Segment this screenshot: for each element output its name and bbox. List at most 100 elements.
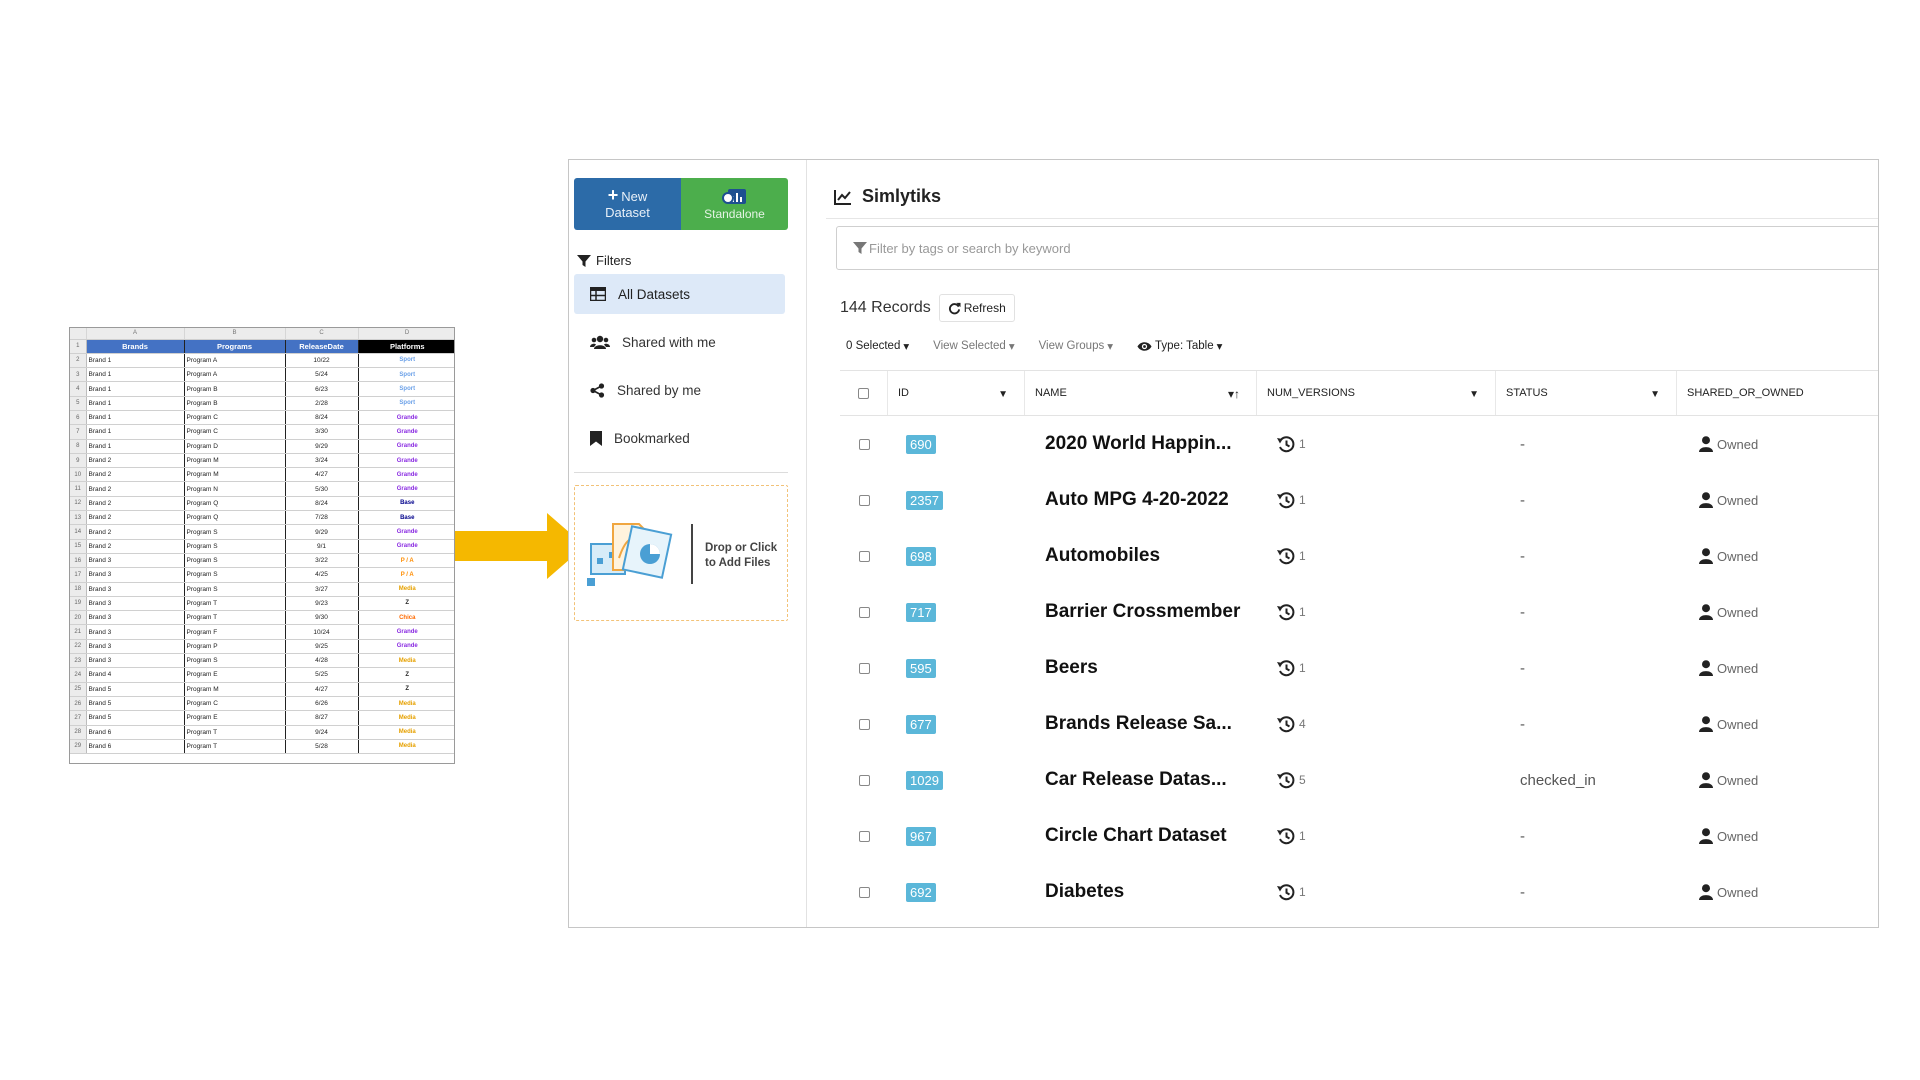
versions-cell: 1 — [1257, 883, 1496, 901]
version-history[interactable]: 5 — [1277, 771, 1306, 789]
dataset-name-link[interactable]: 2020 World Happin... — [1045, 433, 1232, 455]
id-badge[interactable]: 595 — [906, 658, 936, 678]
row-checkbox[interactable] — [858, 662, 870, 674]
id-cell: 967 — [888, 826, 1025, 846]
table-row[interactable]: 2357 Auto MPG 4-20-2022 1 - Owned — [840, 472, 1878, 528]
column-header-status[interactable]: STATUS ▼ — [1496, 371, 1677, 415]
name-cell: Circle Chart Dataset — [1025, 825, 1257, 847]
table-row[interactable]: 692 Diabetes 1 - Owned — [840, 864, 1878, 920]
row-checkbox[interactable] — [858, 438, 870, 450]
dataset-name-link[interactable]: Barrier Crossmember — [1045, 601, 1240, 623]
version-history[interactable]: 1 — [1277, 827, 1306, 845]
users-icon — [590, 335, 610, 349]
row-number: 25 — [70, 682, 87, 697]
id-badge[interactable]: 692 — [906, 882, 936, 902]
versions-cell: 1 — [1257, 659, 1496, 677]
sheet-cell-brand: Brand 3 — [85, 653, 184, 669]
sheet-cell-program: Program S — [183, 582, 285, 597]
dataset-name-link[interactable]: Circle Chart Dataset — [1045, 825, 1227, 847]
sheet-cell-program: Program S — [183, 653, 285, 669]
selected-dropdown[interactable]: 0 Selected ▾ — [846, 339, 909, 353]
standalone-button[interactable]: Standalone — [681, 178, 788, 230]
sort-ascending-icon[interactable]: ▾↑ — [1228, 387, 1240, 401]
id-cell: 690 — [888, 434, 1025, 454]
table-row[interactable]: 1029 Car Release Datas... 5 checked_in O… — [840, 752, 1878, 808]
id-badge[interactable]: 690 — [906, 434, 936, 454]
sheet-cell-brand: Brand 1 — [85, 424, 184, 440]
version-history[interactable]: 4 — [1277, 715, 1306, 733]
caret-down-icon[interactable]: ▼ — [998, 389, 1008, 400]
new-dataset-button[interactable]: + New Dataset — [574, 178, 681, 230]
row-checkbox[interactable] — [858, 774, 870, 786]
id-badge[interactable]: 677 — [906, 714, 936, 734]
table-row[interactable]: 698 Automobiles 1 - Owned — [840, 528, 1878, 584]
row-checkbox[interactable] — [858, 886, 870, 898]
version-history[interactable]: 1 — [1277, 435, 1306, 453]
sheet-cell-program: Program S — [183, 524, 285, 540]
view-selected-dropdown[interactable]: View Selected ▾ — [933, 339, 1014, 353]
id-badge[interactable]: 698 — [906, 546, 936, 566]
dataset-name-link[interactable]: Brands Release Sa... — [1045, 713, 1232, 735]
id-badge[interactable]: 2357 — [906, 490, 943, 510]
table-row[interactable]: 677 Brands Release Sa... 4 - Owned — [840, 696, 1878, 752]
sheet-cell-platform: P / A — [357, 553, 454, 569]
sheet-cell-brand: Brand 3 — [85, 639, 184, 655]
dataset-name-link[interactable]: Diabetes — [1045, 881, 1124, 903]
nav-all-datasets[interactable]: All Datasets — [574, 274, 785, 314]
row-checkbox[interactable] — [858, 550, 870, 562]
refresh-button[interactable]: Refresh — [938, 294, 1015, 322]
dataset-name-link[interactable]: Automobiles — [1045, 545, 1160, 567]
column-header-name[interactable]: NAME ▾↑ — [1025, 371, 1257, 415]
nav-shared-with-me[interactable]: Shared with me — [574, 322, 785, 362]
table-row[interactable]: 690 2020 World Happin... 1 - Owned — [840, 416, 1878, 472]
table-row[interactable]: 717 Barrier Crossmember 1 - Owned — [840, 584, 1878, 640]
ownership: Owned — [1699, 772, 1758, 788]
sheet-row: 20 Brand 3 Program T 9/30 Chica — [70, 610, 454, 626]
version-history[interactable]: 1 — [1277, 603, 1306, 621]
row-checkbox[interactable] — [858, 606, 870, 618]
version-count: 1 — [1299, 829, 1306, 843]
sheet-row: 17 Brand 3 Program S 4/25 P / A — [70, 567, 454, 583]
nav-shared-by-me[interactable]: Shared by me — [574, 370, 785, 410]
search-input[interactable]: Filter by tags or search by keyword — [836, 226, 1878, 270]
user-icon — [1699, 492, 1713, 508]
select-all-checkbox[interactable] — [858, 387, 869, 399]
shared-cell: Owned — [1677, 828, 1847, 844]
sheet-cell-program: Program E — [183, 710, 285, 726]
dataset-name-link[interactable]: Car Release Datas... — [1045, 769, 1227, 791]
file-dropzone[interactable]: Drop or Click to Add Files — [574, 485, 788, 621]
version-history[interactable]: 1 — [1277, 491, 1306, 509]
version-history[interactable]: 1 — [1277, 547, 1306, 565]
version-history[interactable]: 1 — [1277, 659, 1306, 677]
table-row[interactable]: 595 Beers 1 - Owned — [840, 640, 1878, 696]
nav-bookmarked[interactable]: Bookmarked — [574, 418, 785, 458]
sheet-cell-platform: Base — [357, 510, 454, 526]
ownership-label: Owned — [1717, 828, 1759, 844]
type-dropdown[interactable]: Type: Table ▾ — [1137, 339, 1222, 353]
ownership: Owned — [1699, 716, 1758, 732]
sheet-cell-date: 4/27 — [284, 467, 358, 483]
table-row[interactable]: 967 Circle Chart Dataset 1 - Owned — [840, 808, 1878, 864]
caret-down-icon[interactable]: ▼ — [1469, 389, 1479, 400]
dataset-name-link[interactable]: Auto MPG 4-20-2022 — [1045, 489, 1229, 511]
sheet-cell-date: 5/24 — [284, 367, 358, 383]
id-badge[interactable]: 1029 — [906, 770, 943, 790]
column-header-id[interactable]: ID ▼ — [888, 371, 1025, 415]
sheet-cell-platform: Grande — [357, 453, 454, 469]
view-groups-dropdown[interactable]: View Groups ▾ — [1039, 339, 1113, 353]
row-checkbox[interactable] — [858, 830, 870, 842]
row-checkbox[interactable] — [858, 494, 870, 506]
column-header-num-versions[interactable]: NUM_VERSIONS ▼ — [1257, 371, 1496, 415]
row-checkbox[interactable] — [858, 718, 870, 730]
version-count: 4 — [1299, 717, 1306, 731]
caret-down-icon[interactable]: ▼ — [1650, 389, 1660, 400]
id-badge[interactable]: 717 — [906, 602, 936, 622]
sheet-cell-date: 7/28 — [284, 510, 358, 526]
id-badge[interactable]: 967 — [906, 826, 936, 846]
sheet-cell-brand: Brand 1 — [85, 410, 184, 426]
dataset-name-link[interactable]: Beers — [1045, 657, 1098, 679]
column-header-shared-or-owned[interactable]: SHARED_OR_OWNED — [1677, 371, 1847, 415]
standalone-app-icon — [721, 189, 746, 204]
sheet-cell-date: 5/30 — [284, 481, 358, 497]
version-history[interactable]: 1 — [1277, 883, 1306, 901]
